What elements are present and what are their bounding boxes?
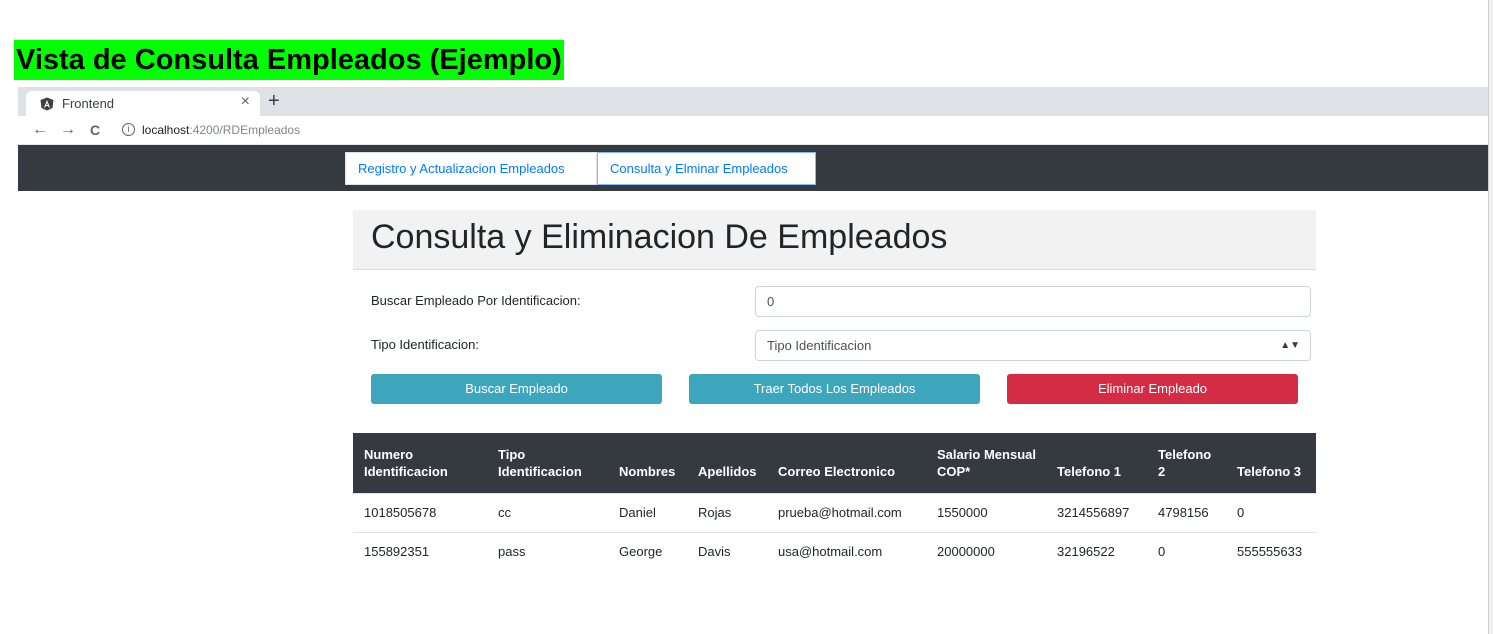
- col-header: Telefono 2: [1147, 433, 1226, 493]
- col-header: Numero Identificacion: [353, 433, 487, 493]
- back-icon[interactable]: ←: [32, 121, 48, 139]
- table-row: 1018505678 cc Daniel Rojas prueba@hotmai…: [353, 492, 1316, 532]
- app-navbar: Registro y Actualizacion Empleados Consu…: [18, 145, 1488, 191]
- tab-registro[interactable]: Registro y Actualizacion Empleados: [345, 152, 597, 185]
- search-input[interactable]: 0: [755, 286, 1311, 317]
- col-header: Correo Electronico: [767, 433, 926, 493]
- page-title: Consulta y Eliminacion De Empleados: [371, 218, 948, 256]
- table-cell: 555555633: [1226, 531, 1316, 571]
- delete-button[interactable]: Eliminar Empleado: [1007, 374, 1298, 404]
- table-cell: 1018505678: [353, 492, 487, 532]
- browser-tab-bar: Frontend × +: [18, 87, 1488, 116]
- table-cell: 32196522: [1046, 531, 1147, 571]
- col-header: Salario Mensual COP*: [926, 433, 1046, 493]
- tipo-select[interactable]: Tipo Identificacion ▲▼: [755, 330, 1311, 361]
- page-header: Consulta y Eliminacion De Empleados: [353, 210, 1316, 270]
- table-cell: 3214556897: [1046, 492, 1147, 532]
- url-path: :4200/RDEmpleados: [189, 123, 301, 137]
- col-header: Apellidos: [687, 433, 767, 493]
- table-cell: Rojas: [687, 492, 767, 532]
- tab-consulta[interactable]: Consulta y Elminar Empleados: [597, 152, 816, 185]
- table-cell: pass: [487, 531, 608, 571]
- table-cell: 155892351: [353, 531, 487, 571]
- col-header: Telefono 1: [1046, 433, 1147, 493]
- table-cell: George: [608, 531, 687, 571]
- new-tab-icon[interactable]: +: [268, 89, 280, 113]
- table-cell: 0: [1147, 531, 1226, 571]
- page-edge: [1488, 0, 1493, 634]
- address-bar: ← → C i localhost:4200/RDEmpleados: [18, 116, 1488, 145]
- table-cell: 0: [1226, 492, 1316, 532]
- col-header: Tipo Identificacion: [487, 433, 608, 493]
- info-icon[interactable]: i: [122, 123, 135, 136]
- col-header: Telefono 3: [1226, 433, 1316, 493]
- table-cell: prueba@hotmail.com: [767, 492, 926, 532]
- angular-icon: [40, 97, 54, 110]
- search-button[interactable]: Buscar Empleado: [371, 374, 662, 404]
- reload-icon[interactable]: C: [90, 121, 100, 139]
- table-cell: 1550000: [926, 492, 1046, 532]
- forward-icon[interactable]: →: [60, 121, 76, 139]
- document-title: Vista de Consulta Empleados (Ejemplo): [14, 40, 564, 80]
- table-cell: 20000000: [926, 531, 1046, 571]
- url-host: localhost: [142, 123, 190, 137]
- tipo-selected: Tipo Identificacion: [767, 338, 872, 353]
- select-arrows-icon: ▲▼: [1280, 340, 1300, 351]
- table-cell: cc: [487, 492, 608, 532]
- col-header: Nombres: [608, 433, 687, 493]
- table-cell: Davis: [687, 531, 767, 571]
- table-cell: usa@hotmail.com: [767, 531, 926, 571]
- get-all-button[interactable]: Traer Todos Los Empleados: [689, 374, 980, 404]
- browser-tab-title: Frontend: [62, 96, 115, 111]
- url-field[interactable]: localhost:4200/RDEmpleados: [142, 123, 300, 137]
- table-cell: Daniel: [608, 492, 687, 532]
- table-header-row: Numero Identificacion Tipo Identificacio…: [353, 433, 1316, 493]
- tipo-label: Tipo Identificacion:: [371, 337, 479, 352]
- browser-tab[interactable]: Frontend ×: [26, 91, 260, 116]
- tab-close-icon[interactable]: ×: [241, 93, 250, 111]
- employees-table: Numero Identificacion Tipo Identificacio…: [353, 433, 1316, 571]
- search-label: Buscar Empleado Por Identificacion:: [371, 293, 581, 308]
- table-cell: 4798156: [1147, 492, 1226, 532]
- table-row: 155892351 pass George Davis usa@hotmail.…: [353, 531, 1316, 571]
